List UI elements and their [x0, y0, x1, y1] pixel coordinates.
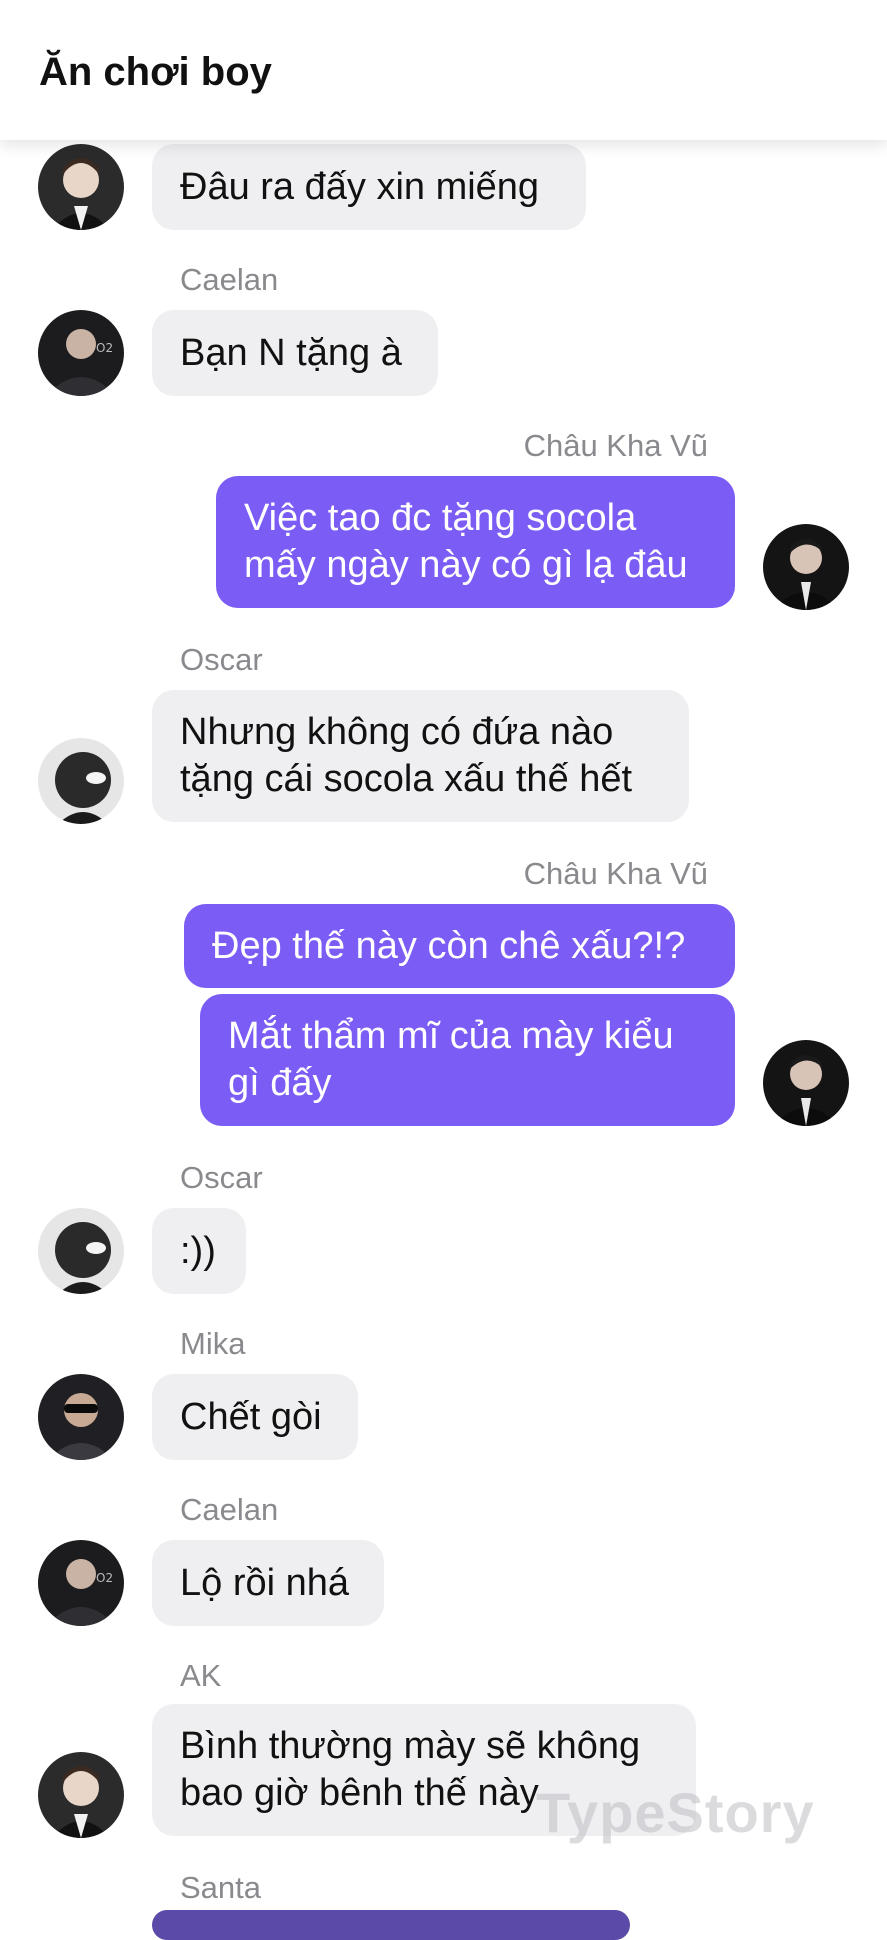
avatar[interactable]: O2	[38, 1540, 124, 1626]
message-bubble-partial	[152, 1910, 630, 1940]
sender-name: Oscar	[180, 1160, 263, 1195]
svg-text:O2: O2	[96, 341, 113, 355]
avatar[interactable]	[763, 1040, 849, 1126]
message-bubble: Đẹp thế này còn chê xấu?!?	[184, 904, 735, 988]
message-bubble: Chết gòi	[152, 1374, 358, 1460]
avatar[interactable]	[38, 1752, 124, 1838]
svg-text:O2: O2	[96, 1571, 113, 1585]
sender-name: Caelan	[180, 262, 279, 297]
message-bubble: Nhưng không có đứa nào tặng cái socola x…	[152, 690, 689, 822]
message-bubble: Lộ rồi nhá	[152, 1540, 384, 1626]
sender-name: Caelan	[180, 1492, 279, 1527]
sender-name: Mika	[180, 1326, 246, 1361]
sender-name: Châu Kha Vũ	[523, 856, 708, 891]
avatar[interactable]	[38, 144, 124, 230]
chat-title: Ăn chơi boy	[39, 50, 272, 94]
message-bubble: Bạn N tặng à	[152, 310, 438, 396]
sender-name: Santa	[180, 1870, 262, 1905]
message-bubble: :))	[152, 1208, 246, 1294]
sender-name: Châu Kha Vũ	[523, 428, 708, 463]
chat-header: Ăn chơi boy	[0, 0, 887, 140]
avatar[interactable]	[763, 524, 849, 610]
message-bubble: Việc tao đc tặng socola mấy ngày này có …	[216, 476, 735, 608]
sender-name: AK	[180, 1658, 222, 1693]
avatar[interactable]	[38, 1374, 124, 1460]
watermark: TypeStory	[536, 1781, 815, 1844]
message-bubble: Mắt thẩm mĩ của mày kiểu gì đấy	[200, 994, 735, 1126]
avatar[interactable]: O2	[38, 310, 124, 396]
message-bubble: Đâu ra đấy xin miếng	[152, 144, 586, 230]
avatar[interactable]	[38, 738, 124, 824]
sender-name: Oscar	[180, 642, 263, 677]
avatar[interactable]	[38, 1208, 124, 1294]
